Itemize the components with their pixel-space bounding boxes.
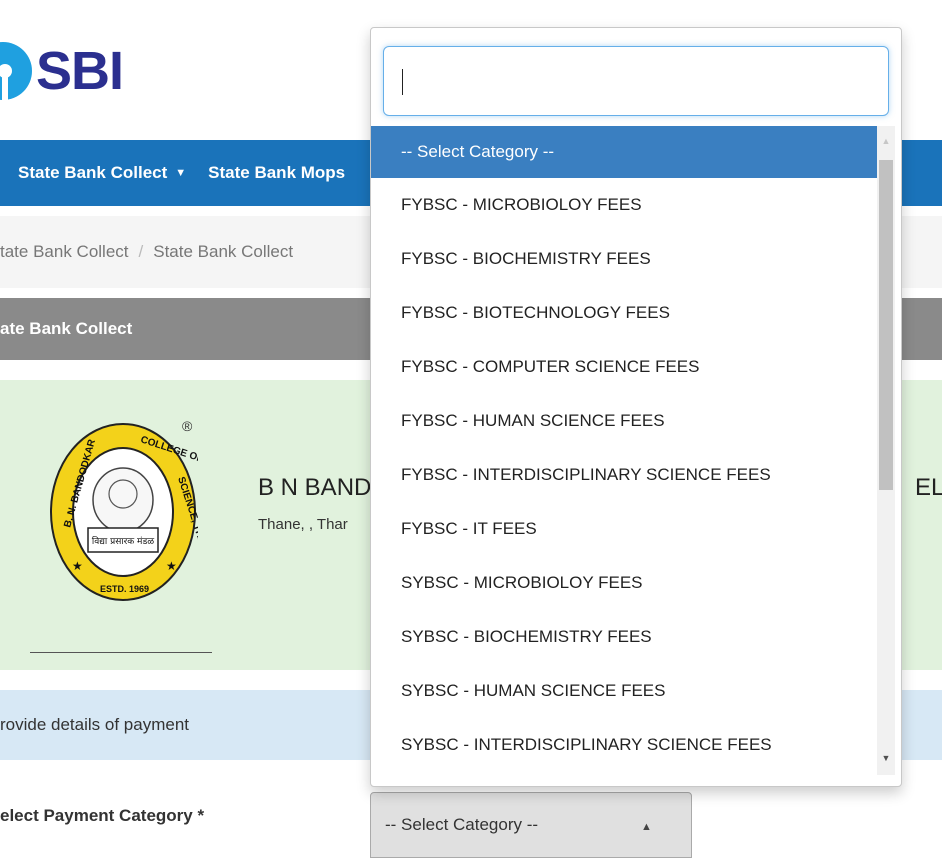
dropdown-option[interactable]: FYBSC - BIOCHEMISTRY FEES — [371, 232, 877, 286]
sbi-logo[interactable]: SBI — [0, 36, 124, 106]
dropdown-option[interactable]: SYBSC - HUMAN SCIENCE FEES — [371, 664, 877, 718]
svg-text:★: ★ — [72, 559, 83, 573]
dropdown-option[interactable]: FYBSC - MICROBIOLOY FEES — [371, 178, 877, 232]
dropdown-option[interactable]: FYBSC - COMPUTER SCIENCE FEES — [371, 340, 877, 394]
scroll-up-arrow-icon[interactable]: ▲ — [877, 132, 895, 150]
dropdown-option[interactable]: SYBSC - BIOCHEMISTRY FEES — [371, 610, 877, 664]
dropdown-option[interactable]: SYBSC - INTERDISCIPLINARY SCIENCE FEES — [371, 718, 877, 772]
registered-mark: ® — [182, 418, 193, 434]
breadcrumb-separator: / — [138, 242, 144, 261]
info-bar-text: rovide details of payment — [0, 715, 189, 734]
dropdown-option[interactable]: FYBSC - IT FEES — [371, 502, 877, 556]
section-title: ate Bank Collect — [0, 319, 133, 338]
category-dropdown[interactable]: -- Select Category -- FYBSC - MICROBIOLO… — [370, 27, 902, 787]
page: SBI State Bank Collect ▼ State Bank Mops… — [0, 0, 942, 858]
dropdown-option[interactable]: FYBSC - HUMAN SCIENCE FEES — [371, 394, 877, 448]
scroll-down-arrow-icon[interactable]: ▼ — [877, 749, 895, 767]
nav-item-label: State Bank Collect — [18, 163, 168, 182]
sbi-logo-text: SBI — [36, 41, 124, 101]
dropdown-option[interactable]: FYBSC - BIOTECHNOLOGY FEES — [371, 286, 877, 340]
dropdown-options-list: -- Select Category -- FYBSC - MICROBIOLO… — [371, 126, 877, 775]
nav-state-bank-collect[interactable]: State Bank Collect ▼ — [18, 163, 186, 183]
payment-category-label: elect Payment Category * — [0, 806, 205, 825]
college-name-tail: ELF — [915, 474, 942, 501]
dropdown-search-input[interactable] — [383, 46, 889, 116]
svg-text:★: ★ — [166, 559, 177, 573]
breadcrumb-item[interactable]: tate Bank Collect — [0, 242, 129, 262]
scrollbar-thumb[interactable] — [879, 160, 893, 490]
text-cursor — [402, 69, 403, 95]
sbi-logo-icon — [0, 42, 32, 104]
nav-state-bank-mops[interactable]: State Bank Mops — [208, 163, 345, 183]
caret-up-icon: ▲ — [641, 821, 652, 833]
select-value: -- Select Category -- — [385, 815, 539, 834]
college-address: Thane, , Thar — [258, 516, 348, 533]
dropdown-option-selected[interactable]: -- Select Category -- — [371, 126, 877, 178]
dropdown-option[interactable]: FYBSC - INTERDISCIPLINARY SCIENCE FEES — [371, 448, 877, 502]
dropdown-option[interactable]: SYBSC - MICROBIOLOY FEES — [371, 556, 877, 610]
payment-category-select[interactable]: -- Select Category -- ▲ — [370, 792, 692, 858]
college-seal-icon: विद्या प्रसारक मंडळ COLLEGE OF B. N. BAN… — [50, 423, 198, 601]
breadcrumb-item-current: State Bank Collect — [153, 242, 294, 261]
caret-down-icon: ▼ — [175, 167, 187, 179]
dropdown-scrollbar[interactable]: ▲ ▼ — [877, 126, 895, 775]
college-name: B N BAND — [258, 474, 372, 501]
divider — [30, 652, 212, 653]
seal-bottom-text: ESTD. 1969 — [100, 584, 149, 594]
seal-banner-text: विद्या प्रसारक मंडळ — [92, 535, 154, 547]
nav-item-label: State Bank Mops — [208, 163, 346, 182]
